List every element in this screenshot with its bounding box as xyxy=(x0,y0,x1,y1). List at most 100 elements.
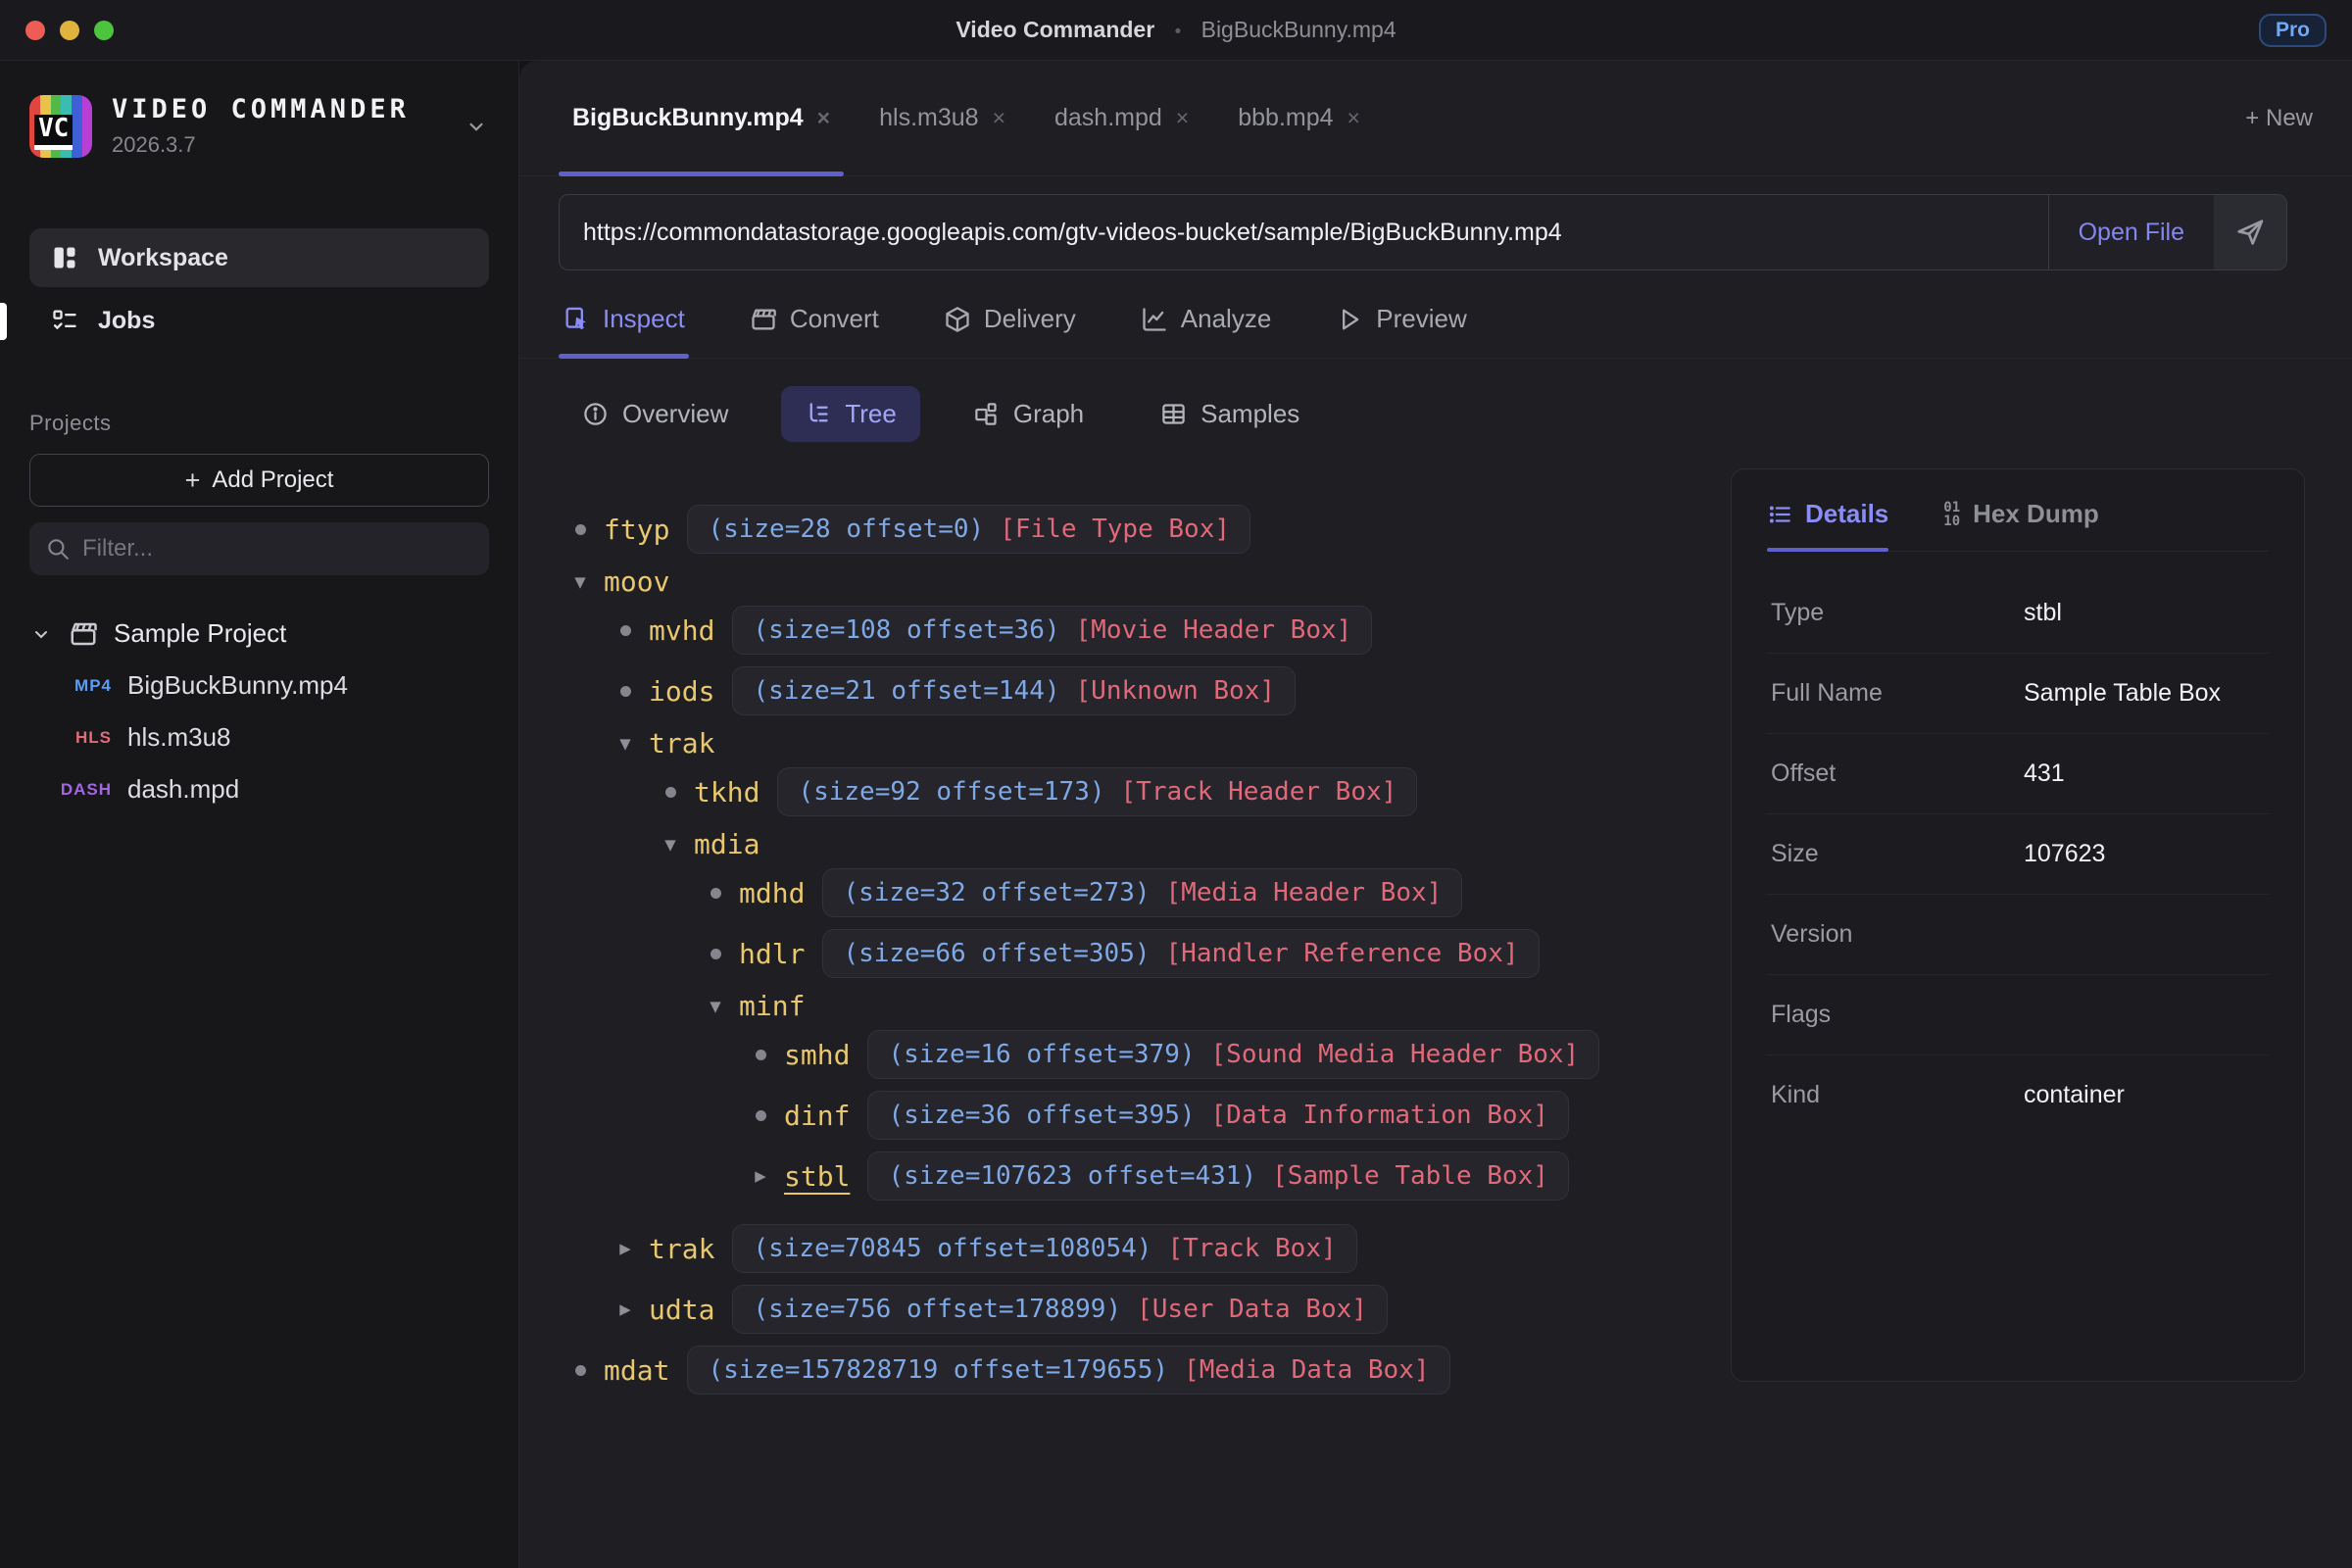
bullet-icon xyxy=(698,888,733,899)
file-name: dash.mpd xyxy=(127,774,239,805)
bullet-icon xyxy=(563,1365,598,1376)
box-name[interactable]: trak xyxy=(649,1233,714,1265)
tab-analyze[interactable]: Analyze xyxy=(1137,294,1276,358)
sidebar-item-jobs[interactable]: Jobs xyxy=(29,293,489,348)
sidebar-item-label: Workspace xyxy=(98,244,228,272)
tab-inspect[interactable]: Inspect xyxy=(559,294,689,358)
expanded-triangle-icon[interactable]: ▼ xyxy=(698,996,733,1017)
chevron-down-icon[interactable] xyxy=(29,622,53,646)
active-nav-indicator xyxy=(0,303,7,340)
bullet-icon xyxy=(608,686,643,697)
document-tabstrip: BigBuckBunny.mp4 × hls.m3u8 × dash.mpd ×… xyxy=(519,61,2352,176)
box-name[interactable]: moov xyxy=(604,565,669,598)
expanded-triangle-icon[interactable]: ▼ xyxy=(563,571,598,593)
box-name[interactable]: mdhd xyxy=(739,877,805,909)
collapsed-triangle-icon[interactable]: ▶ xyxy=(608,1298,643,1320)
brand-header[interactable]: VC VIDEO COMMANDER 2026.3.7 xyxy=(29,94,489,158)
close-icon[interactable]: × xyxy=(817,105,830,131)
filter-input-wrapper[interactable] xyxy=(29,522,489,575)
window-controls[interactable] xyxy=(25,21,114,40)
minimize-window-button[interactable] xyxy=(60,21,79,40)
expanded-triangle-icon[interactable]: ▼ xyxy=(608,733,643,755)
load-url-button[interactable] xyxy=(2214,195,2286,270)
doc-tab-dash[interactable]: dash.mpd × xyxy=(1041,61,1202,175)
project-file-hls[interactable]: HLS hls.m3u8 xyxy=(29,722,489,753)
box-name-selected[interactable]: stbl xyxy=(784,1160,850,1193)
chevron-down-icon[interactable] xyxy=(464,114,489,139)
expanded-triangle-icon[interactable]: ▼ xyxy=(653,834,688,856)
tab-label: Preview xyxy=(1376,304,1466,334)
box-name[interactable]: ftyp xyxy=(604,514,669,546)
box-name[interactable]: mdat xyxy=(604,1354,669,1387)
box-name[interactable]: mdia xyxy=(694,828,760,860)
box-name[interactable]: dinf xyxy=(784,1100,850,1132)
send-icon xyxy=(2234,217,2266,248)
format-badge-hls: HLS xyxy=(29,728,112,748)
detail-value: 107623 xyxy=(2024,840,2105,868)
box-info-pill: (size=756 offset=178899)[User Data Box] xyxy=(732,1285,1388,1334)
detail-row-fullname: Full Name Sample Table Box xyxy=(1767,654,2269,734)
close-icon[interactable]: × xyxy=(1176,105,1189,131)
zoom-window-button[interactable] xyxy=(94,21,114,40)
tab-details[interactable]: Details xyxy=(1767,499,1888,551)
box-info-pill: (size=108 offset=36)[Movie Header Box] xyxy=(732,606,1372,655)
doc-tab-hls[interactable]: hls.m3u8 × xyxy=(865,61,1019,175)
graph-icon xyxy=(973,401,1000,427)
project-node[interactable]: Sample Project xyxy=(29,618,489,649)
doc-tab-bigbuckbunny[interactable]: BigBuckBunny.mp4 × xyxy=(559,61,844,175)
close-window-button[interactable] xyxy=(25,21,45,40)
layout-icon xyxy=(51,244,78,271)
detail-value: 431 xyxy=(2024,760,2065,788)
box-name[interactable]: tkhd xyxy=(694,776,760,808)
close-icon[interactable]: × xyxy=(1348,105,1360,131)
collapsed-triangle-icon[interactable]: ▶ xyxy=(608,1238,643,1259)
box-name[interactable]: trak xyxy=(649,727,714,760)
box-name[interactable]: hdlr xyxy=(739,938,805,970)
box-info-pill: (size=36 offset=395)[Data Information Bo… xyxy=(867,1091,1568,1140)
detail-row-type: Type stbl xyxy=(1767,573,2269,654)
detail-value: stbl xyxy=(2024,599,2062,627)
pro-badge: Pro xyxy=(2259,14,2327,47)
tab-label: Analyze xyxy=(1181,304,1272,334)
tab-delivery[interactable]: Delivery xyxy=(940,294,1080,358)
project-tree: Sample Project MP4 BigBuckBunny.mp4 HLS … xyxy=(29,618,489,805)
view-tabs: Overview Tree Graph Samples xyxy=(519,386,2352,442)
package-icon xyxy=(944,306,971,333)
box-info-pill: (size=92 offset=173)[Track Header Box] xyxy=(777,767,1417,816)
add-project-button[interactable]: + Add Project xyxy=(29,454,489,507)
view-tab-graph[interactable]: Graph xyxy=(950,386,1107,442)
collapsed-triangle-icon[interactable]: ▶ xyxy=(743,1165,778,1187)
box-name[interactable]: minf xyxy=(739,990,805,1022)
details-tabs: Details 0110 Hex Dump xyxy=(1767,469,2269,552)
view-tab-samples[interactable]: Samples xyxy=(1137,386,1323,442)
box-info-pill: (size=66 offset=305)[Handler Reference B… xyxy=(822,929,1539,978)
project-file-bigbuckbunny[interactable]: MP4 BigBuckBunny.mp4 xyxy=(29,670,489,701)
tab-hex-dump[interactable]: 0110 Hex Dump xyxy=(1943,499,2098,551)
sidebar-item-workspace[interactable]: Workspace xyxy=(29,228,489,287)
open-file-button[interactable]: Open File xyxy=(2048,195,2214,270)
bullet-icon xyxy=(563,524,598,535)
titlebar: Video Commander • BigBuckBunny.mp4 Pro xyxy=(0,0,2352,61)
box-name[interactable]: smhd xyxy=(784,1039,850,1071)
box-name[interactable]: mvhd xyxy=(649,614,714,647)
box-name[interactable]: iods xyxy=(649,675,714,708)
tab-convert[interactable]: Convert xyxy=(746,294,883,358)
view-tab-overview[interactable]: Overview xyxy=(559,386,752,442)
tab-preview[interactable]: Preview xyxy=(1332,294,1470,358)
details-panel: Details 0110 Hex Dump Type stbl Full Nam… xyxy=(1731,468,2305,1382)
detail-label: Type xyxy=(1771,599,2024,627)
project-file-dash[interactable]: DASH dash.mpd xyxy=(29,774,489,805)
close-icon[interactable]: × xyxy=(993,105,1005,131)
window-title-app: Video Commander xyxy=(956,17,1154,42)
doc-tab-bbb[interactable]: bbb.mp4 × xyxy=(1224,61,1374,175)
file-name: hls.m3u8 xyxy=(127,722,231,753)
box-name[interactable]: udta xyxy=(649,1294,714,1326)
view-tab-tree[interactable]: Tree xyxy=(781,386,920,442)
main-panel: BigBuckBunny.mp4 × hls.m3u8 × dash.mpd ×… xyxy=(519,61,2352,1568)
window-title-document: BigBuckBunny.mp4 xyxy=(1201,17,1396,42)
filter-input[interactable] xyxy=(82,535,473,563)
new-tab-button[interactable]: + New xyxy=(2245,105,2313,132)
tab-label: Inspect xyxy=(603,304,685,334)
url-input[interactable] xyxy=(560,195,2048,270)
format-badge-mp4: MP4 xyxy=(29,676,112,696)
